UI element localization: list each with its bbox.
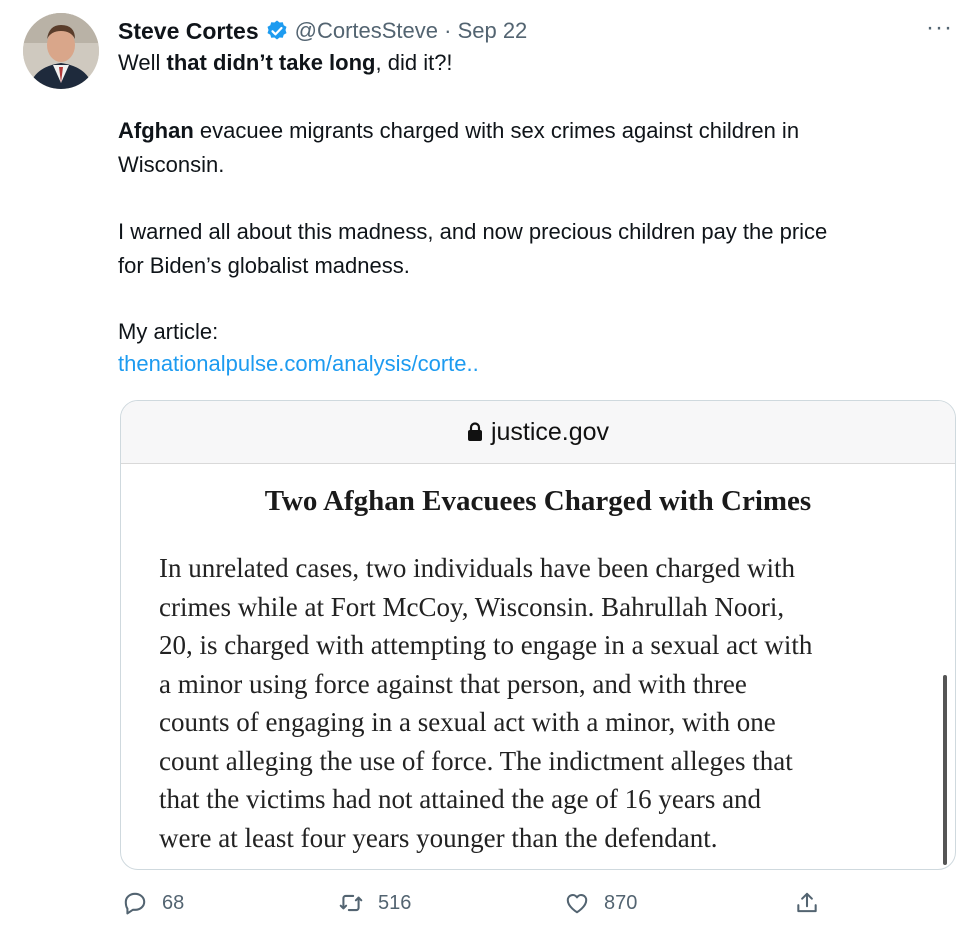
tweet-line-3: Wisconsin. [118, 152, 225, 177]
article-line: 20, is charged with attempting to engage… [159, 630, 813, 660]
tweet-header: Steve Cortes @CortesSteve · Sep 22 [118, 14, 527, 48]
tweet-line-4: I warned all about this madness, and now… [118, 219, 828, 244]
article-line: count alleging the use of force. The ind… [159, 745, 793, 776]
article-line: that the victims had not attained the ag… [159, 784, 762, 814]
tweet-line-1: Well that didn’t take long, did it?! [118, 50, 453, 75]
retweet-icon [339, 894, 363, 912]
article-line: In unrelated cases, two individuals have… [159, 553, 796, 583]
browser-address-bar: justice.gov [121, 401, 955, 464]
tweet-line-2: Afghan evacuee migrants charged with sex… [118, 118, 800, 143]
tweet-actions: 68 516 870 [118, 890, 838, 926]
heart-icon [566, 893, 588, 914]
attached-image-card[interactable]: justice.gov Two Afghan Evacuees Charged … [120, 400, 956, 870]
handle-and-date[interactable]: @CortesSteve · Sep 22 [295, 18, 528, 44]
lock-icon [467, 422, 482, 441]
retweet-count: 516 [378, 891, 412, 914]
avatar[interactable] [23, 13, 99, 89]
reply-button[interactable]: 68 [122, 890, 184, 916]
article-line: were at least four years younger than th… [159, 822, 718, 853]
article-line: a minor using force against that person,… [159, 668, 747, 699]
article-line: crimes while at Fort McCoy, Wisconsin. B… [159, 591, 785, 622]
scrollbar [943, 675, 947, 865]
verified-badge-icon [267, 20, 287, 40]
like-button[interactable]: 870 [564, 890, 637, 916]
reply-icon [124, 892, 146, 915]
article-link[interactable]: thenationalpulse.com/analysis/corte.. [118, 347, 479, 381]
tweet-line-6: My article: [118, 319, 219, 344]
article-title: Two Afghan Evacuees Charged with Crimes [264, 485, 812, 517]
avatar-photo [23, 13, 99, 89]
more-options-icon[interactable]: ··· [926, 16, 953, 40]
share-icon [797, 892, 817, 913]
tweet-line-5: for Biden’s globalist madness. [118, 253, 410, 278]
domain-label: justice.gov [490, 417, 610, 446]
like-count: 870 [604, 891, 638, 914]
share-button[interactable] [794, 890, 834, 916]
reply-count: 68 [162, 891, 185, 914]
article-line: counts of engaging in a sexual act with … [159, 707, 776, 737]
retweet-button[interactable]: 516 [338, 890, 411, 916]
article-body: In unrelated cases, two individuals have… [159, 549, 939, 857]
author-name[interactable]: Steve Cortes [118, 18, 259, 45]
